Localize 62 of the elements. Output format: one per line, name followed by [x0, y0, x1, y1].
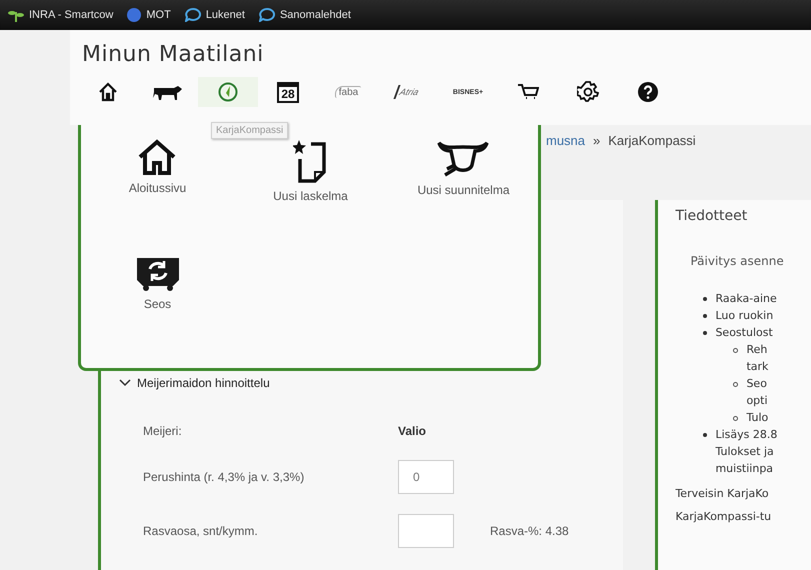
home-icon: [137, 139, 178, 175]
news-text: Tulokset ja: [715, 444, 775, 460]
circle-icon: [127, 8, 142, 22]
bullet-icon: [703, 331, 708, 335]
news-text: Reh: [746, 342, 768, 358]
nav-button[interactable]: faba: [318, 77, 378, 107]
news-text: Seostulost: [715, 325, 773, 341]
breadcrumb-link[interactable]: musna: [546, 133, 586, 148]
news-text: opti: [746, 393, 768, 409]
document-star-icon: [293, 139, 328, 183]
bullet-icon: [733, 416, 738, 421]
compass-icon: [218, 82, 238, 102]
section-toggle[interactable]: Meijerimaidon hinnoittelu: [119, 376, 270, 390]
help-icon: [638, 82, 658, 102]
panel-title: Tiedotteet: [675, 208, 748, 224]
bookmark-link[interactable]: INRA - Smartcow: [8, 8, 114, 22]
field-value: Valio: [398, 424, 428, 438]
news-text: Tulo: [746, 410, 768, 426]
breadcrumb-text: KarjaKompassi: [608, 133, 696, 148]
news-text: Luo ruokin: [715, 308, 774, 324]
breadcrumb-text: »: [593, 133, 600, 148]
field-label: Rasvaosa, snt/kymm.: [143, 524, 259, 538]
speech-bubble-icon: [184, 8, 201, 22]
field-label: Meijeri:: [143, 424, 183, 438]
chevron-icon: [119, 379, 131, 387]
bullet-icon: [733, 382, 738, 387]
speech-bubble-icon: [258, 8, 275, 22]
home-icon: [98, 82, 118, 102]
field-note: Rasva-%: 4.38: [490, 524, 570, 538]
tooltip: KarjaKompassi: [211, 122, 288, 139]
cow-head-icon: [437, 139, 490, 177]
field-label: Perushinta (r. 4,3% ja v. 3,3%): [143, 470, 306, 484]
bookmark-link[interactable]: MOT: [127, 8, 171, 22]
bullet-icon: [733, 348, 738, 353]
plant-icon: [8, 8, 24, 22]
input-field[interactable]: [398, 514, 454, 548]
cart-icon: [517, 83, 539, 101]
menu-item[interactable]: Seos: [136, 257, 180, 311]
bullet-icon: [703, 314, 708, 318]
settings-icon: [577, 81, 599, 103]
news-text: KarjaKompassi-tu: [675, 510, 772, 523]
menu-item[interactable]: Uusi suunnitelma: [417, 139, 510, 197]
news-text: Raaka-aine: [715, 291, 777, 307]
news-text: muistiinpa: [715, 461, 774, 477]
menu-item[interactable]: Aloitussivu: [128, 139, 186, 195]
bullet-icon: [703, 297, 708, 301]
menu-item[interactable]: Uusi laskelma: [273, 139, 348, 203]
cow-icon: [153, 84, 183, 100]
news-text: Lisäys 28.8: [715, 427, 778, 443]
news-text: Päivitys asenne: [690, 254, 785, 268]
bullet-icon: [703, 433, 708, 437]
app-title: Minun Maatilani: [82, 42, 265, 67]
bookmark-link[interactable]: Sanomalehdet: [258, 8, 351, 22]
nav-button[interactable]: 28: [258, 77, 318, 107]
bookmark-link[interactable]: Lukenet: [184, 8, 245, 22]
news-text: Seo: [746, 376, 768, 392]
mixer-icon: [136, 257, 180, 291]
nav-button[interactable]: Atria: [378, 77, 438, 107]
input-field[interactable]: 0: [398, 460, 454, 494]
calendar-icon: 28: [277, 82, 299, 102]
news-text: tark: [746, 359, 768, 375]
news-text: Terveisin KarjaKo: [675, 487, 770, 500]
